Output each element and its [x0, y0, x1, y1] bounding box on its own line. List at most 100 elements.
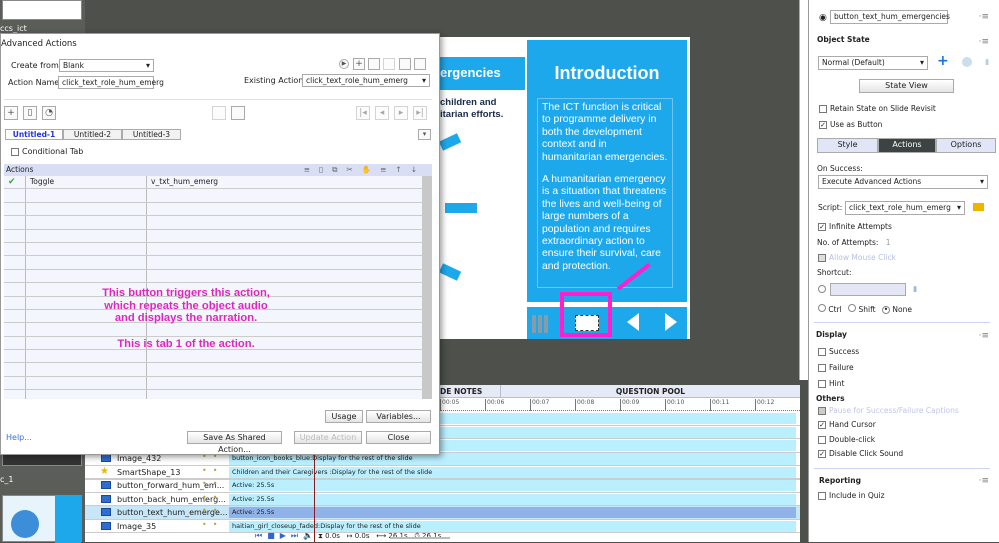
- visibility-lock-dots[interactable]: ••: [202, 506, 223, 515]
- success-checkbox[interactable]: Success: [818, 347, 859, 356]
- folder-icon[interactable]: [973, 203, 984, 211]
- grid-scrollbar[interactable]: [422, 176, 432, 399]
- conditional-tab-checkbox[interactable]: Conditional Tab: [11, 147, 83, 156]
- empty-action-row[interactable]: [4, 390, 422, 399]
- infinite-attempts-checkbox[interactable]: ✓ Infinite Attempts: [818, 222, 892, 231]
- export-icon[interactable]: [383, 58, 395, 70]
- action-name-input[interactable]: click_text_role_hum_emerg: [58, 76, 164, 89]
- layer-name[interactable]: Image_35: [117, 520, 156, 533]
- menu-icon[interactable]: ·≡: [979, 12, 989, 22]
- include-in-quiz-checkbox[interactable]: Include in Quiz: [818, 491, 885, 500]
- timeline-layer-row[interactable]: ★ SmartShape_13 •• Children and their Careg…: [85, 466, 800, 479]
- layer-name[interactable]: SmartShape_13: [117, 466, 180, 479]
- state-select[interactable]: Normal (Default): [818, 56, 928, 70]
- trash-icon[interactable]: ▯: [23, 106, 37, 120]
- target-cell[interactable]: v_txt_hum_emerg: [147, 176, 422, 188]
- visibility-lock-dots[interactable]: ••: [202, 479, 223, 488]
- first-tab-icon[interactable]: |◂: [356, 106, 370, 120]
- help-link[interactable]: Help...: [6, 433, 32, 442]
- failure-checkbox[interactable]: Failure: [818, 363, 854, 372]
- empty-action-row[interactable]: [4, 350, 422, 364]
- visibility-lock-dots[interactable]: ••: [202, 520, 223, 529]
- visibility-lock-dots[interactable]: ••: [202, 493, 223, 502]
- remove-tab-icon[interactable]: [212, 106, 226, 120]
- tab-question-pool[interactable]: QUESTION POOL: [500, 385, 800, 398]
- script-select[interactable]: click_text_role_hum_emerg: [845, 201, 965, 215]
- hand-cursor-checkbox[interactable]: ✓ Hand Cursor: [818, 420, 876, 429]
- disable-click-sound-checkbox[interactable]: ✓ Disable Click Sound: [818, 449, 903, 458]
- trash-icon[interactable]: ▮: [913, 284, 917, 293]
- zoom-slider[interactable]: [390, 537, 450, 539]
- shortcut-radio[interactable]: [818, 285, 826, 293]
- empty-action-row[interactable]: [4, 202, 422, 217]
- empty-action-row[interactable]: [4, 229, 422, 243]
- new-action-icon[interactable]: +: [353, 58, 365, 70]
- forward-arrow-icon[interactable]: [665, 313, 677, 331]
- canvas-scrollbar[interactable]: [799, 0, 808, 380]
- state-view-button[interactable]: State View: [859, 79, 954, 93]
- on-success-select[interactable]: Execute Advanced Actions: [818, 175, 988, 189]
- prev-tab-icon[interactable]: ◂: [375, 106, 389, 120]
- usage-button[interactable]: Usage: [325, 410, 363, 423]
- slide-thumbnail[interactable]: [2, 495, 82, 543]
- next-tab-icon[interactable]: ▸: [394, 106, 408, 120]
- tab-untitled-2[interactable]: Untitled-2: [63, 129, 122, 140]
- back-arrow-icon[interactable]: [627, 313, 639, 331]
- existing-actions-select[interactable]: click_text_role_hum_emerg: [302, 74, 430, 87]
- books-icon[interactable]: [532, 315, 550, 333]
- copy-icon[interactable]: ◔: [42, 106, 56, 120]
- duplicate-action-icon[interactable]: [414, 58, 426, 70]
- tab-actions[interactable]: Actions: [878, 138, 936, 153]
- variables-button[interactable]: Variables...: [366, 410, 431, 423]
- playback-controls[interactable]: ⏮■▶⏭🔈: [255, 531, 318, 541]
- empty-action-row[interactable]: [4, 189, 422, 203]
- tab-options[interactable]: Options: [936, 138, 996, 153]
- pause-captions-checkbox[interactable]: Pause for Success/Failure Captions: [818, 406, 959, 415]
- menu-icon[interactable]: ·≡: [979, 476, 989, 486]
- tab-untitled-3[interactable]: Untitled-3: [122, 129, 181, 140]
- tab-slide-notes[interactable]: DE NOTES: [440, 387, 482, 396]
- reset-state-icon[interactable]: [962, 57, 972, 67]
- menu-icon[interactable]: ·≡: [979, 37, 989, 47]
- add-icon[interactable]: +: [4, 106, 18, 120]
- hint-checkbox[interactable]: Hint: [818, 379, 844, 388]
- shortcut-modifiers[interactable]: Ctrl Shift • None: [818, 304, 912, 314]
- timeline-ruler[interactable]: 00:05 00:06 00:07 00:08 00:09 00:10 00:11 00:12: [440, 399, 800, 411]
- delete-state-icon[interactable]: ▮: [985, 57, 989, 66]
- timeline-layer-row[interactable]: Image_35 •• haitian_girl_closeup_faded:Dis…: [85, 520, 800, 533]
- timeline-layer-row[interactable]: button_back_hum_emerg... •• Active: 25.5s: [85, 493, 800, 506]
- empty-action-row[interactable]: [4, 269, 422, 284]
- double-click-checkbox[interactable]: Double-click: [818, 435, 875, 444]
- delete-action-icon[interactable]: [399, 58, 411, 70]
- visibility-eye-icon[interactable]: ◉: [819, 13, 827, 23]
- empty-action-row[interactable]: [4, 256, 422, 270]
- visibility-lock-dots[interactable]: ••: [202, 466, 223, 475]
- close-button[interactable]: Close: [366, 431, 431, 444]
- empty-action-row[interactable]: [4, 242, 422, 257]
- tabs-dropdown-icon[interactable]: ▾: [418, 129, 431, 140]
- action-cell[interactable]: Toggle: [26, 176, 147, 189]
- action-row[interactable]: ✔ Toggle v_txt_hum_emerg: [4, 176, 422, 190]
- add-state-icon[interactable]: +: [937, 53, 949, 69]
- import-icon[interactable]: [368, 58, 380, 70]
- add-tab-icon[interactable]: [231, 106, 245, 120]
- object-name-input[interactable]: button_text_hum_emergencies: [830, 10, 950, 24]
- preview-icon[interactable]: ▶: [339, 59, 349, 69]
- shortcut-input[interactable]: [830, 283, 906, 296]
- retain-state-checkbox[interactable]: Retain State on Slide Revisit: [819, 104, 936, 113]
- tab-untitled-1[interactable]: Untitled-1: [5, 129, 63, 140]
- empty-action-row[interactable]: [4, 376, 422, 391]
- empty-action-row[interactable]: [4, 216, 422, 230]
- create-from-select[interactable]: Blank: [59, 59, 154, 72]
- save-as-shared-action-button[interactable]: Save As Shared Action...: [187, 431, 282, 454]
- allow-mouse-click-checkbox[interactable]: Allow Mouse Click: [818, 253, 896, 262]
- timeline-layer-row[interactable]: button_text_hum_emerge... •• Active: 25.5s: [85, 506, 800, 520]
- timeline-layer-row[interactable]: button_forward_hum_em... •• Active: 25.5s: [85, 479, 800, 493]
- slide-thumbnail[interactable]: [2, 0, 82, 20]
- update-action-button[interactable]: Update Action: [294, 431, 362, 444]
- last-tab-icon[interactable]: ▸|: [413, 106, 427, 120]
- menu-icon[interactable]: ·≡: [979, 331, 989, 341]
- use-as-button-checkbox[interactable]: ✓ Use as Button: [819, 120, 882, 129]
- empty-action-row[interactable]: [4, 363, 422, 377]
- tab-style[interactable]: Style: [817, 138, 878, 153]
